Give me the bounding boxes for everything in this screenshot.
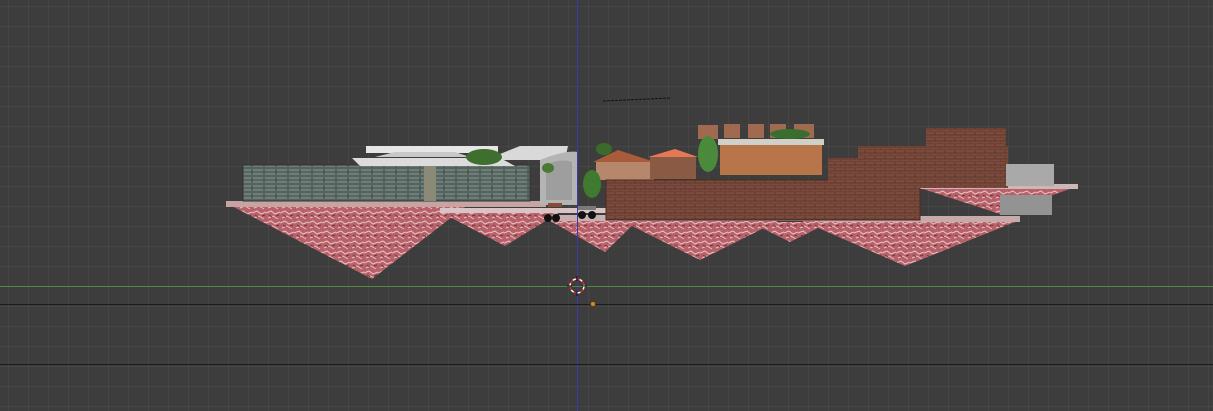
grid-line xyxy=(0,304,1213,305)
3d-cursor-icon[interactable] xyxy=(567,276,587,296)
object-origin-icon[interactable] xyxy=(590,301,596,307)
edge-line xyxy=(602,97,671,102)
grid-line xyxy=(0,364,1213,365)
z-axis-line xyxy=(577,0,578,411)
y-axis-line xyxy=(0,286,1213,287)
3d-viewport[interactable] xyxy=(0,0,1213,411)
scene-model[interactable] xyxy=(0,0,1213,411)
